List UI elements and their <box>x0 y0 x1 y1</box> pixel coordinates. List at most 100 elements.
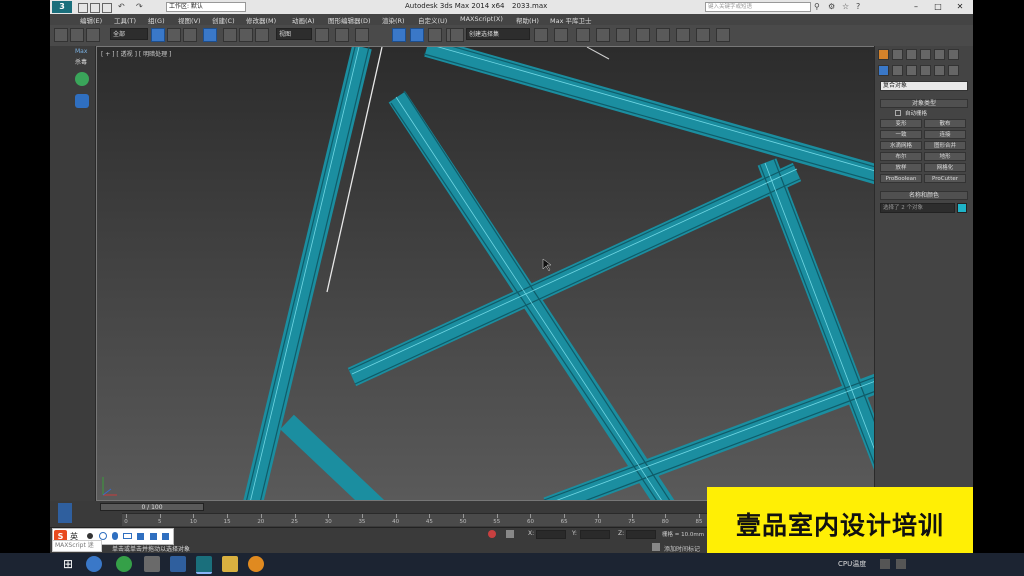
3dsmax-task-icon[interactable] <box>196 556 212 574</box>
quick-access-icon[interactable] <box>102 3 112 13</box>
align-icon[interactable] <box>554 28 568 42</box>
schematic-view-icon[interactable] <box>636 28 650 42</box>
redo-icon[interactable]: ↷ <box>136 2 143 11</box>
folder-icon[interactable] <box>222 556 238 572</box>
app-icon[interactable] <box>116 556 132 572</box>
object-color-swatch[interactable] <box>957 203 967 213</box>
ime-punctuation-icon[interactable] <box>87 533 93 539</box>
ime-voice-icon[interactable] <box>112 532 118 540</box>
timeline-left-icon[interactable] <box>58 503 72 523</box>
ime-skin-icon[interactable] <box>137 533 144 540</box>
scale-icon[interactable] <box>255 28 269 42</box>
boolean-button[interactable]: 布尔 <box>880 152 922 161</box>
proboolean-button[interactable]: ProBoolean <box>880 174 922 183</box>
mirror-icon[interactable] <box>534 28 548 42</box>
menu-item-edit[interactable]: 编辑(E) <box>80 15 102 25</box>
menu-item-graph-editors[interactable]: 图形编辑器(D) <box>328 15 371 25</box>
menu-item-help[interactable]: 帮助(H) <box>516 15 539 25</box>
select-object-icon[interactable] <box>151 28 165 42</box>
scatter-button[interactable]: 散布 <box>924 119 966 128</box>
antivirus-icon[interactable] <box>75 72 89 86</box>
menu-item-animation[interactable]: 动画(A) <box>292 15 315 25</box>
ime-menu-icon[interactable] <box>162 533 169 540</box>
app-icon[interactable] <box>170 556 186 572</box>
rendered-frame-icon[interactable] <box>696 28 710 42</box>
helpers-icon[interactable] <box>934 65 945 76</box>
graphite-tools-icon[interactable] <box>596 28 610 42</box>
start-icon[interactable]: ⊞ <box>60 556 76 572</box>
link-icon[interactable] <box>54 28 68 42</box>
named-selection-dropdown[interactable]: 创建选择集 <box>466 28 530 40</box>
loft-button[interactable]: 放样 <box>880 163 922 172</box>
menu-item-tools[interactable]: 工具(T) <box>114 15 136 25</box>
window-crossing-icon[interactable] <box>203 28 217 42</box>
close-button[interactable]: ✕ <box>949 0 971 14</box>
x-coordinate-field[interactable] <box>536 530 566 539</box>
time-tag-icon[interactable] <box>652 543 660 551</box>
app-icon[interactable] <box>248 556 264 572</box>
maxscript-mini-listener[interactable]: MAXScript 迷 <box>52 540 102 552</box>
time-slider[interactable]: 0 / 100 <box>100 503 204 511</box>
morph-button[interactable]: 变形 <box>880 119 922 128</box>
render-setup-icon[interactable] <box>676 28 690 42</box>
render-production-icon[interactable] <box>716 28 730 42</box>
timeline-ruler[interactable]: 0 5 10 15 20 25 30 35 40 45 50 55 60 65 70 75 80 85 <box>122 513 707 526</box>
terrain-button[interactable]: 地形 <box>924 152 966 161</box>
layer-manager-icon[interactable] <box>576 28 590 42</box>
object-name-field[interactable]: 选择了 2 个对象 <box>880 203 955 213</box>
app-icon[interactable] <box>86 556 102 572</box>
menu-item-view[interactable]: 视图(V) <box>178 15 201 25</box>
utilities-tab-icon[interactable] <box>948 49 959 60</box>
edit-named-selection-icon[interactable] <box>450 28 464 42</box>
blobmesh-button[interactable]: 水滴网格 <box>880 141 922 150</box>
menu-item-plugin[interactable]: Max 平库卫士 <box>550 15 592 25</box>
search-input[interactable]: 键入关键字或短语 <box>705 2 811 12</box>
cameras-icon[interactable] <box>920 65 931 76</box>
auto-grid-checkbox[interactable] <box>895 110 901 116</box>
geometry-icon[interactable] <box>878 65 889 76</box>
material-editor-icon[interactable] <box>656 28 670 42</box>
conform-button[interactable]: 一致 <box>880 130 922 139</box>
viewport-perspective[interactable]: [ + ] [ 透视 ] [ 明暗处理 ] <box>96 46 920 501</box>
tray-icon[interactable] <box>880 559 890 569</box>
space-warps-icon[interactable] <box>948 65 959 76</box>
undo-icon[interactable]: ↶ <box>118 2 125 11</box>
star-icon[interactable]: ☆ <box>842 2 849 11</box>
select-manipulate-icon[interactable] <box>335 28 349 42</box>
curve-editor-icon[interactable] <box>616 28 630 42</box>
maximize-button[interactable]: □ <box>927 0 949 14</box>
minimize-button[interactable]: – <box>905 0 927 14</box>
mesher-button[interactable]: 网格化 <box>924 163 966 172</box>
create-tab-icon[interactable] <box>878 49 889 60</box>
app-icon[interactable] <box>144 556 160 572</box>
menu-item-group[interactable]: 组(G) <box>148 15 165 25</box>
name-color-rollout[interactable]: 名称和颜色 <box>880 191 968 200</box>
app-logo-icon[interactable]: 3 <box>52 1 72 13</box>
select-by-name-icon[interactable] <box>167 28 181 42</box>
tray-icon[interactable] <box>896 559 906 569</box>
modify-tab-icon[interactable] <box>892 49 903 60</box>
menu-item-create[interactable]: 创建(C) <box>212 15 235 25</box>
category-dropdown[interactable]: 复合对象 <box>880 81 968 91</box>
motion-tab-icon[interactable] <box>920 49 931 60</box>
menu-item-modifiers[interactable]: 修改器(M) <box>246 15 276 25</box>
quick-access-icon[interactable] <box>90 3 100 13</box>
add-time-tag-label[interactable]: 添加时间标记 <box>664 544 700 553</box>
angle-snap-icon[interactable] <box>410 28 424 42</box>
connect-button[interactable]: 连接 <box>924 130 966 139</box>
keyboard-shortcut-icon[interactable] <box>355 28 369 42</box>
viewport-label[interactable]: [ + ] [ 透视 ] [ 明暗处理 ] <box>101 49 171 58</box>
absolute-mode-icon[interactable] <box>506 530 514 538</box>
quick-access-icon[interactable] <box>78 3 88 13</box>
ime-emoji-icon[interactable] <box>99 532 107 540</box>
display-tab-icon[interactable] <box>934 49 945 60</box>
object-type-rollout[interactable]: 对象类型 <box>880 99 968 108</box>
help-icon[interactable]: ? <box>856 2 860 11</box>
bind-space-warp-icon[interactable] <box>86 28 100 42</box>
menu-item-rendering[interactable]: 渲染(R) <box>382 15 405 25</box>
region-select-icon[interactable] <box>183 28 197 42</box>
lights-icon[interactable] <box>906 65 917 76</box>
snap-3d-icon[interactable] <box>392 28 406 42</box>
pivot-center-icon[interactable] <box>315 28 329 42</box>
y-coordinate-field[interactable] <box>580 530 610 539</box>
